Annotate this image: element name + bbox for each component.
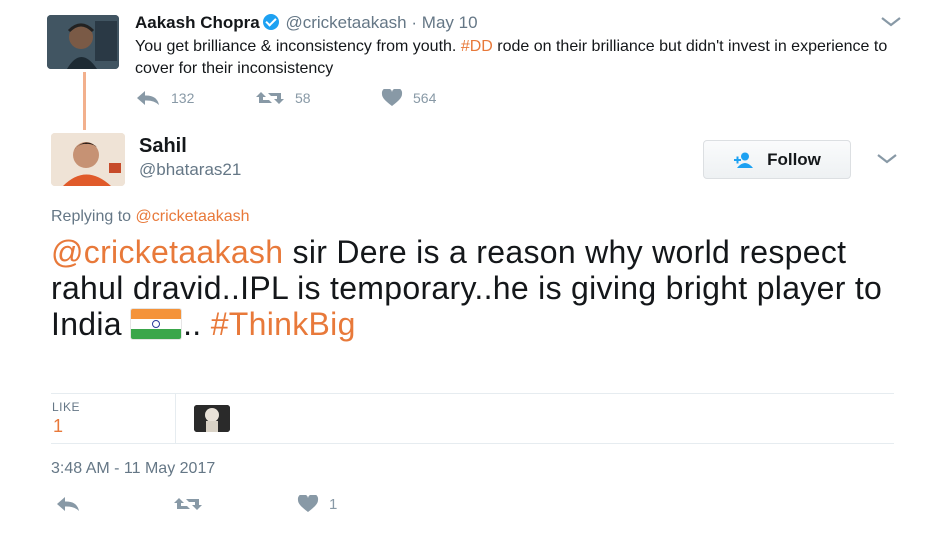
like-button[interactable]: 1	[297, 495, 337, 513]
like-count: 564	[413, 90, 437, 106]
chevron-down-icon[interactable]	[880, 15, 902, 29]
replying-to: Replying to @cricketaakash	[51, 208, 250, 226]
thread-connector	[83, 72, 86, 130]
reply-button[interactable]: 132	[135, 90, 255, 106]
divider	[51, 443, 894, 444]
parent-tweet-text: You get brilliance & inconsistency from …	[135, 36, 915, 80]
tweet-date[interactable]: May 10	[422, 13, 478, 32]
tweet-text-part: You get brilliance & inconsistency from …	[135, 38, 461, 55]
parent-tweet-actions: 132 58 564	[135, 89, 436, 107]
reply-count: 132	[171, 90, 195, 106]
stat-separator	[175, 394, 176, 444]
header-separator: ·	[411, 13, 418, 32]
mention-link[interactable]: @cricketaakash	[51, 234, 283, 270]
reply-icon	[137, 91, 159, 105]
author-name[interactable]: Aakash Chopra	[135, 13, 260, 32]
follow-label: Follow	[767, 149, 821, 169]
reply-tweet-text: @cricketaakash sir Dere is a reason why …	[51, 234, 911, 342]
hashtag-link[interactable]: #DD	[461, 38, 493, 55]
add-user-icon	[734, 152, 754, 168]
liker-avatar[interactable]	[194, 405, 230, 432]
ellipsis: ..	[183, 306, 202, 342]
parent-tweet-header: Aakash Chopra @cricketaakash · May 10	[135, 13, 478, 33]
reply-tweet-actions: 1	[55, 495, 337, 513]
like-stat-count[interactable]: 1	[53, 416, 63, 437]
author-handle[interactable]: @cricketaakash	[285, 13, 406, 32]
avatar[interactable]	[51, 133, 125, 186]
like-button[interactable]: 564	[381, 89, 436, 107]
verified-badge-icon	[262, 14, 279, 30]
parent-tweet[interactable]: Aakash Chopra @cricketaakash · May 10 Yo…	[0, 0, 952, 130]
retweet-icon	[174, 498, 202, 510]
avatar[interactable]	[47, 15, 119, 69]
chevron-down-icon[interactable]	[876, 152, 898, 166]
reply-icon	[57, 497, 79, 511]
replying-to-link[interactable]: @cricketaakash	[136, 208, 250, 225]
heart-icon	[381, 89, 403, 106]
divider	[51, 393, 894, 394]
heart-icon	[297, 495, 319, 512]
retweet-count: 58	[295, 90, 311, 106]
replying-prefix: Replying to	[51, 208, 132, 225]
author-handle[interactable]: @bhataras21	[139, 160, 241, 180]
author-name[interactable]: Sahil	[139, 135, 187, 158]
retweet-button[interactable]: 58	[255, 90, 381, 106]
tweet-timestamp[interactable]: 3:48 AM - 11 May 2017	[51, 460, 215, 478]
hashtag-link[interactable]: #ThinkBig	[211, 306, 356, 342]
follow-button[interactable]: Follow	[703, 140, 851, 179]
like-stat-label: LIKE	[52, 400, 81, 414]
india-flag-icon	[131, 309, 182, 339]
retweet-icon	[256, 92, 284, 104]
retweet-button[interactable]	[173, 496, 297, 512]
like-count: 1	[329, 495, 338, 513]
reply-button[interactable]	[55, 496, 173, 512]
